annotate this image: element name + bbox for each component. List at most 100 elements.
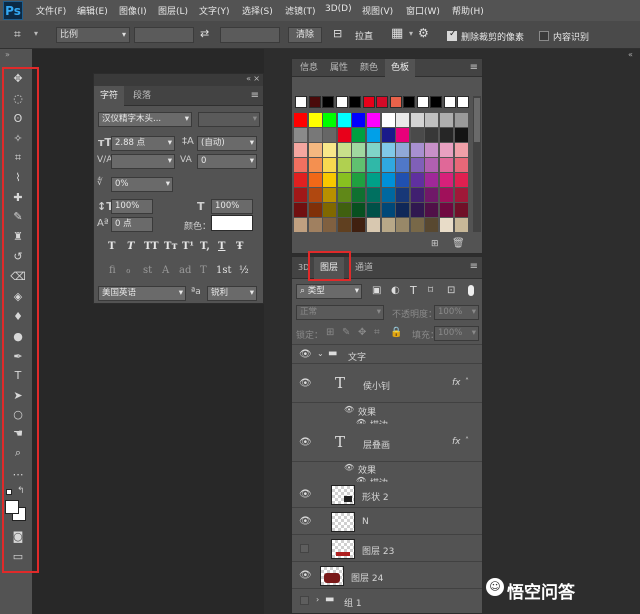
filter-toggle-icon[interactable] (468, 285, 474, 296)
scrollbar-thumb[interactable] (474, 98, 480, 142)
eye-icon[interactable]: 👁 (299, 349, 312, 360)
tab-channels[interactable]: 通道 (349, 257, 379, 279)
swash-button[interactable]: A (162, 265, 169, 276)
swatch[interactable] (367, 203, 380, 217)
swatch[interactable] (396, 188, 410, 202)
swatch[interactable] (454, 128, 468, 142)
swatch[interactable] (396, 203, 410, 217)
menu-image[interactable]: 图像(I) (119, 4, 147, 17)
menu-view[interactable]: 视图(V) (362, 4, 393, 17)
swap-icon[interactable]: ⇄ (200, 27, 209, 40)
dodge-tool-icon[interactable]: ● (10, 330, 26, 344)
chevron-up-icon[interactable]: ˄ (465, 377, 469, 386)
collapse-icon[interactable]: « (246, 74, 251, 83)
menu-edit[interactable]: 编辑(E) (77, 4, 108, 17)
panel-menu-icon[interactable]: ≡ (470, 261, 478, 272)
eye-icon[interactable]: 👁 (299, 378, 312, 389)
lock-artboard-icon[interactable]: ⌗ (374, 327, 380, 338)
swatch[interactable] (454, 158, 468, 172)
ellipse-tool-icon[interactable]: ○ (10, 408, 26, 422)
quick-mask-icon[interactable]: ◙ (10, 530, 26, 544)
brush-tool-icon[interactable]: ✎ (10, 210, 26, 224)
swatch[interactable] (381, 173, 395, 187)
swatch[interactable] (308, 128, 322, 142)
swatch-recent[interactable] (389, 96, 402, 108)
chevron-down-icon[interactable]: ▾ (34, 29, 38, 38)
swatch[interactable] (440, 113, 453, 127)
swatch[interactable] (367, 173, 380, 187)
font-style-select[interactable]: ▾ (198, 112, 260, 127)
swatch[interactable] (396, 218, 410, 232)
swatch[interactable] (425, 173, 439, 187)
swatch-recent[interactable] (308, 96, 321, 108)
leading-select[interactable]: (自动) ▾ (197, 136, 257, 151)
swatch[interactable] (323, 203, 337, 217)
swatch[interactable] (396, 113, 410, 127)
swatch[interactable] (410, 113, 424, 127)
swatch[interactable] (381, 203, 395, 217)
panel-menu-icon[interactable]: ≡ (251, 90, 259, 101)
delete-cropped-checkbox[interactable]: ✓ (447, 29, 457, 41)
vertical-scale-input[interactable]: 100% (111, 199, 153, 214)
swatch[interactable] (308, 143, 322, 157)
swatch[interactable] (396, 143, 410, 157)
opacity-input[interactable]: 100% ▾ (434, 305, 479, 320)
swatch[interactable] (440, 203, 453, 217)
magic-wand-tool-icon[interactable]: ✧ (10, 132, 26, 146)
path-selection-tool-icon[interactable]: ➤ (10, 389, 26, 403)
swatch-recent[interactable] (403, 96, 415, 108)
font-family-select[interactable]: 汉仪精字木头... ▾ (98, 112, 192, 127)
eye-icon[interactable]: 👁 (344, 405, 354, 414)
swatch[interactable] (294, 128, 307, 142)
swatch-recent[interactable] (416, 96, 429, 108)
layer-row-24[interactable]: 👁 图层 24 (292, 563, 482, 589)
swatch[interactable] (454, 143, 468, 157)
width-input[interactable] (134, 27, 194, 43)
swatch[interactable] (352, 188, 366, 202)
swatch[interactable] (323, 143, 337, 157)
swatch[interactable] (308, 113, 322, 127)
gear-icon[interactable]: ⚙ (418, 26, 429, 40)
blur-tool-icon[interactable]: ♦ (10, 310, 26, 324)
baseline-shift-input[interactable]: 0 点 (111, 217, 153, 232)
antialias-select[interactable]: 锐利 ▾ (207, 286, 257, 301)
swatch[interactable] (381, 188, 395, 202)
swatch[interactable] (425, 188, 439, 202)
swatch[interactable] (337, 188, 351, 202)
lasso-tool-icon[interactable]: ʘ (10, 112, 26, 126)
swatch[interactable] (425, 113, 439, 127)
swatch[interactable] (337, 158, 351, 172)
underline-button[interactable]: T (218, 241, 225, 252)
swatch[interactable] (308, 203, 322, 217)
layer-effects-row[interactable]: 👁 效果 (292, 404, 482, 418)
swatch[interactable] (323, 188, 337, 202)
discretionary-ligatures-button[interactable]: st (143, 265, 152, 276)
layer-row-n[interactable]: 👁 N (292, 509, 482, 535)
crop-tool-icon[interactable]: ⌗ (14, 27, 21, 42)
swatch[interactable] (425, 128, 439, 142)
subscript-button[interactable]: T, (200, 241, 210, 252)
swatch[interactable] (381, 158, 395, 172)
eyedropper-tool-icon[interactable]: ⌇ (10, 171, 26, 185)
chevron-right-icon[interactable]: › (316, 595, 319, 604)
crop-tool-icon[interactable]: ⌗ (10, 151, 26, 165)
swatch[interactable] (410, 218, 424, 232)
ligature-button[interactable]: fi (109, 265, 116, 276)
swatch[interactable] (367, 218, 380, 232)
foreground-color-swatch[interactable] (5, 500, 19, 514)
eraser-tool-icon[interactable]: ⌫ (10, 270, 26, 284)
swatch[interactable] (440, 173, 453, 187)
swatch[interactable] (323, 218, 337, 232)
text-color-swatch[interactable] (211, 215, 253, 231)
layer-row-23[interactable]: 图层 23 (292, 536, 482, 562)
swatch[interactable] (337, 113, 351, 127)
swatch[interactable] (425, 203, 439, 217)
tab-properties[interactable]: 属性 (324, 59, 354, 77)
healing-brush-tool-icon[interactable]: ✚ (10, 191, 26, 205)
tsume-select[interactable]: 0% ▾ (111, 177, 173, 192)
swatch[interactable] (367, 143, 380, 157)
filter-adjustment-icon[interactable]: ◐ (391, 285, 400, 296)
layer-row-group-text[interactable]: 👁 ⌄ ▬ 文字 (292, 344, 482, 364)
swatch-scrollbar[interactable] (473, 96, 481, 232)
swatch[interactable] (337, 218, 351, 232)
